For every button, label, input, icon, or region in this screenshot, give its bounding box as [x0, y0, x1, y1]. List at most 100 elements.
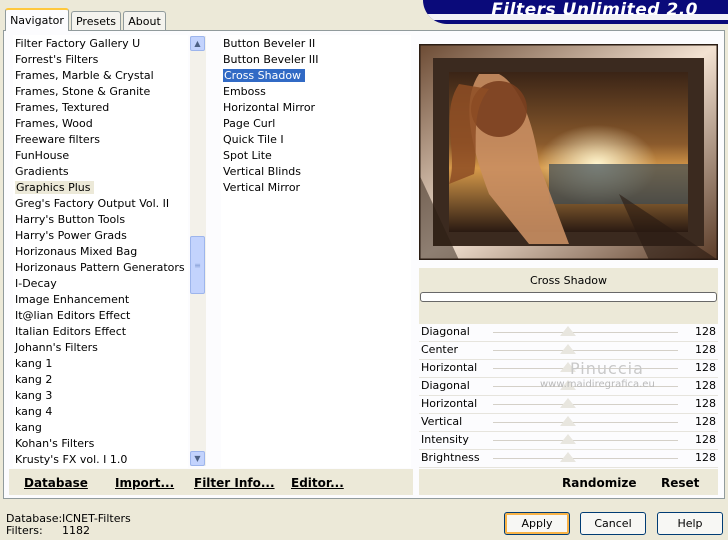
- filter-label: Vertical Blinds: [223, 165, 302, 178]
- filter-label: Cross Shadow: [223, 69, 306, 82]
- param-track[interactable]: [493, 404, 678, 405]
- category-item[interactable]: kang 3: [13, 388, 188, 404]
- param-track[interactable]: [493, 458, 678, 459]
- preview-image: [419, 44, 718, 260]
- category-item[interactable]: Forrest's Filters: [13, 52, 188, 68]
- param-value: 128: [695, 397, 716, 410]
- category-label: Frames, Marble & Crystal: [15, 69, 154, 82]
- tab-navigator[interactable]: Navigator: [5, 8, 69, 31]
- filter-label: Button Beveler II: [223, 37, 316, 50]
- category-list[interactable]: Filter Factory Gallery U Forrest's Filter…: [13, 35, 188, 468]
- category-item[interactable]: Frames, Wood: [13, 116, 188, 132]
- status-filters: Filters: 1182: [6, 524, 90, 537]
- cancel-button[interactable]: Cancel: [580, 512, 646, 535]
- filter-item[interactable]: Page Curl: [221, 116, 411, 132]
- status-filters-label: Filters:: [6, 524, 43, 537]
- category-item[interactable]: Frames, Stone & Granite: [13, 84, 188, 100]
- filter-item[interactable]: Horizontal Mirror: [221, 100, 411, 116]
- param-name: Diagonal: [421, 325, 470, 338]
- editor-button[interactable]: Editor...: [291, 476, 344, 490]
- param-thumb[interactable]: [560, 416, 577, 426]
- reset-button[interactable]: Reset: [661, 476, 699, 490]
- tab-about[interactable]: About: [123, 11, 166, 30]
- category-label: Krusty's FX vol. I 1.0: [15, 453, 128, 466]
- category-item[interactable]: kang 2: [13, 372, 188, 388]
- param-track[interactable]: [493, 422, 678, 423]
- category-item[interactable]: kang 1: [13, 356, 188, 372]
- category-item[interactable]: FunHouse: [13, 148, 188, 164]
- filter-item[interactable]: Button Beveler II: [221, 36, 411, 52]
- category-item[interactable]: Frames, Textured: [13, 100, 188, 116]
- category-label: kang 4: [15, 405, 53, 418]
- category-label: Gradients: [15, 165, 69, 178]
- param-slider-row[interactable]: Diagonal 128: [419, 324, 718, 341]
- param-value: 128: [695, 361, 716, 374]
- category-item[interactable]: Greg's Factory Output Vol. II: [13, 196, 188, 212]
- param-thumb[interactable]: [560, 452, 577, 462]
- category-item[interactable]: Krusty's FX vol. I 1.0: [13, 452, 188, 468]
- param-thumb[interactable]: [560, 398, 577, 408]
- category-item[interactable]: Freeware filters: [13, 132, 188, 148]
- param-thumb[interactable]: [560, 326, 577, 336]
- category-item[interactable]: Kohan's Filters: [13, 436, 188, 452]
- param-track[interactable]: [493, 440, 678, 441]
- category-item[interactable]: Filter Factory Gallery U: [13, 36, 188, 52]
- scroll-up-button[interactable]: ▲: [190, 36, 205, 51]
- param-value: 128: [695, 343, 716, 356]
- category-item[interactable]: Harry's Power Grads: [13, 228, 188, 244]
- filter-item[interactable]: Emboss: [221, 84, 411, 100]
- filter-item[interactable]: Button Beveler III: [221, 52, 411, 68]
- watermark-url: www.maidiregrafica.eu: [540, 379, 655, 390]
- param-thumb[interactable]: [560, 434, 577, 444]
- category-item[interactable]: Harry's Button Tools: [13, 212, 188, 228]
- filter-item[interactable]: Cross Shadow: [221, 68, 411, 84]
- database-button[interactable]: Database: [24, 476, 88, 490]
- category-label: Filter Factory Gallery U: [15, 37, 141, 50]
- category-item[interactable]: It@lian Editors Effect: [13, 308, 188, 324]
- tab-presets[interactable]: Presets: [71, 11, 121, 30]
- randomize-button[interactable]: Randomize: [562, 476, 636, 490]
- param-slider-row[interactable]: Intensity 128: [419, 432, 718, 449]
- category-item[interactable]: Gradients: [13, 164, 188, 180]
- param-track[interactable]: [493, 332, 678, 333]
- category-item[interactable]: Johann's Filters: [13, 340, 188, 356]
- apply-button[interactable]: Apply: [504, 512, 570, 535]
- filter-label: Horizontal Mirror: [223, 101, 316, 114]
- filter-item[interactable]: Spot Lite: [221, 148, 411, 164]
- scroll-down-button[interactable]: ▼: [190, 451, 205, 466]
- param-slider-row[interactable]: Brightness 128: [419, 450, 718, 467]
- category-label: Italian Editors Effect: [15, 325, 127, 338]
- param-name: Vertical: [421, 415, 463, 428]
- selected-filter-name: Cross Shadow: [529, 274, 608, 287]
- category-item[interactable]: Horizonaus Pattern Generators: [13, 260, 188, 276]
- filter-item[interactable]: Vertical Mirror: [221, 180, 411, 196]
- import-button[interactable]: Import...: [115, 476, 174, 490]
- category-item[interactable]: kang: [13, 420, 188, 436]
- param-slider-row[interactable]: Horizontal 128: [419, 360, 718, 377]
- param-slider-row[interactable]: Vertical 128: [419, 414, 718, 431]
- category-scrollbar[interactable]: ▲ ≡ ▼: [190, 36, 206, 466]
- filter-info-button[interactable]: Filter Info...: [194, 476, 275, 490]
- param-name: Brightness: [421, 451, 480, 464]
- param-value: 128: [695, 379, 716, 392]
- category-item[interactable]: kang 4: [13, 404, 188, 420]
- category-item[interactable]: Horizonaus Mixed Bag: [13, 244, 188, 260]
- scroll-thumb[interactable]: ≡: [190, 236, 205, 294]
- filter-list[interactable]: Button Beveler II Button Beveler III Cross…: [221, 35, 411, 468]
- param-slider-row[interactable]: Center 128: [419, 342, 718, 359]
- category-label: kang 2: [15, 373, 53, 386]
- category-item[interactable]: Frames, Marble & Crystal: [13, 68, 188, 84]
- filter-item[interactable]: Quick Tile I: [221, 132, 411, 148]
- param-track[interactable]: [493, 350, 678, 351]
- category-item[interactable]: Image Enhancement: [13, 292, 188, 308]
- watermark-name: Pinuccia: [570, 359, 644, 378]
- param-slider-row[interactable]: Horizontal 128: [419, 396, 718, 413]
- filter-item[interactable]: Vertical Blinds: [221, 164, 411, 180]
- category-item[interactable]: Graphics Plus: [13, 180, 188, 196]
- category-item[interactable]: Italian Editors Effect: [13, 324, 188, 340]
- category-item[interactable]: I-Decay: [13, 276, 188, 292]
- status-filters-value: 1182: [62, 524, 90, 537]
- help-button[interactable]: Help: [657, 512, 723, 535]
- param-thumb[interactable]: [560, 344, 577, 354]
- category-label: I-Decay: [15, 277, 57, 290]
